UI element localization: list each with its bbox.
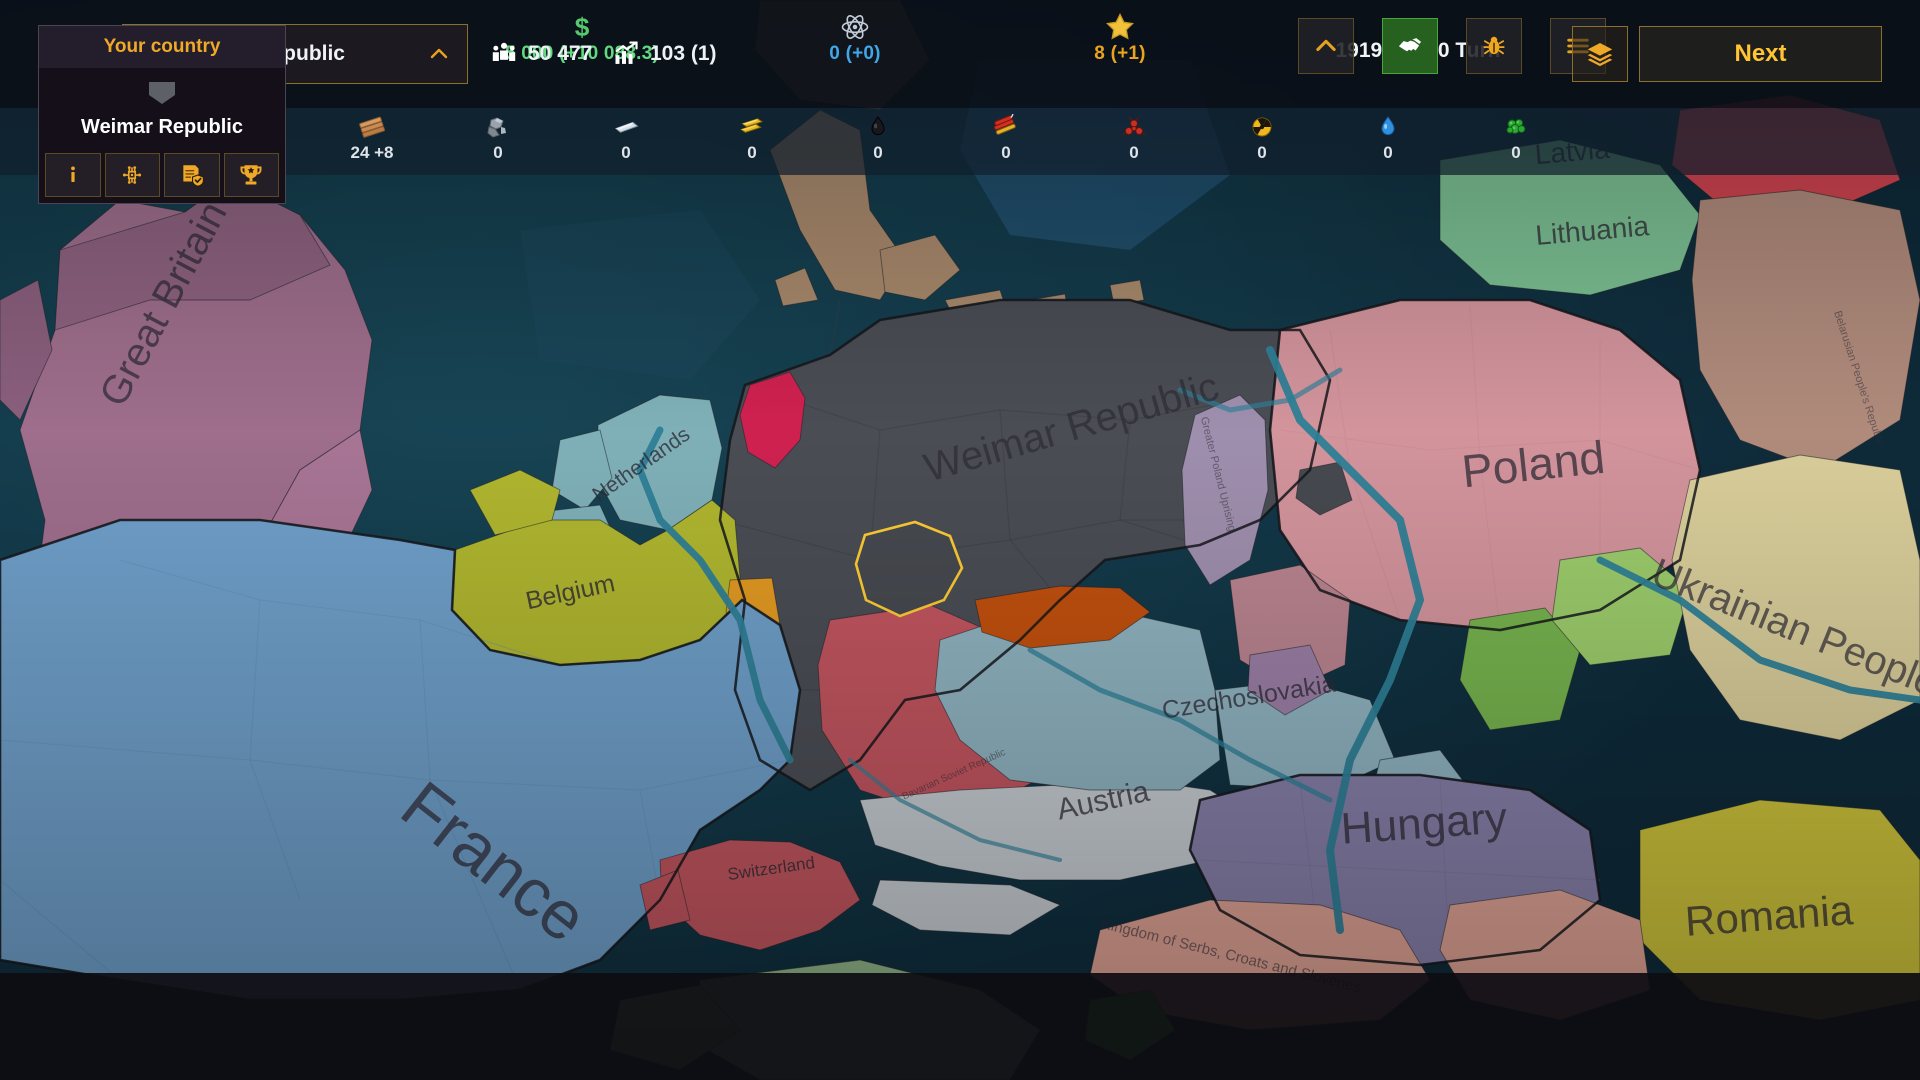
star-icon <box>1104 12 1136 42</box>
bug-icon <box>1483 36 1505 55</box>
shield-flag-icon <box>149 82 175 104</box>
achievements-button[interactable] <box>223 153 279 197</box>
influence-value: 8 <box>1094 43 1106 64</box>
resource-oil[interactable]: 0 <box>843 112 913 163</box>
resource-value: 0 <box>873 143 883 162</box>
atom-icon <box>840 12 870 42</box>
diplomacy-button[interactable] <box>1382 18 1438 74</box>
resource-value: 0 <box>747 143 757 162</box>
collapse-hud-button[interactable] <box>1298 18 1354 74</box>
resource-strip <box>0 108 1920 175</box>
resource-value: 0 <box>493 143 503 162</box>
handshake-icon <box>1398 38 1422 52</box>
chevron-up-icon <box>1316 39 1336 52</box>
population-icon <box>492 42 516 61</box>
document-shield-icon <box>183 165 204 187</box>
population-value: 50 477 <box>528 42 593 65</box>
country-action-buttons <box>39 153 285 203</box>
resource-gold[interactable]: 0 <box>717 112 787 163</box>
laws-button[interactable] <box>164 153 220 197</box>
gold-bars-icon <box>737 112 767 142</box>
resource-explosives[interactable]: 0 <box>971 112 1041 163</box>
next-turn-button[interactable]: Next <box>1639 26 1882 82</box>
science-resource[interactable]: 0 (+0) <box>820 12 890 65</box>
report-bug-button[interactable] <box>1466 18 1522 74</box>
oil-drop-icon <box>863 112 893 142</box>
info-button[interactable] <box>45 153 101 197</box>
biohazard-icon <box>1119 112 1149 142</box>
science-delta: (+0) <box>845 43 881 64</box>
resource-value: 0 <box>621 143 631 162</box>
technology-button[interactable] <box>104 153 160 197</box>
game-screen: Great Britain Netherlands Belgium France Swi… <box>0 0 1920 1080</box>
dynamite-icon <box>991 112 1021 142</box>
your-country-name: Weimar Republic <box>81 116 243 138</box>
resource-ore[interactable]: 0 <box>463 112 533 163</box>
map-layers-icon <box>1587 43 1613 67</box>
resource-steel[interactable]: 0 <box>591 112 661 163</box>
resource-chemicals[interactable]: 0 <box>1099 112 1169 163</box>
resource-value: 0 <box>1511 143 1521 162</box>
resource-water[interactable]: 0 <box>1353 112 1423 163</box>
water-drop-icon <box>1373 112 1403 142</box>
chart-growth-icon <box>615 41 638 64</box>
info-icon <box>70 166 75 182</box>
resource-rare[interactable]: 0 <box>1481 112 1551 163</box>
tech-tree-icon <box>123 166 142 184</box>
chevron-up-icon[interactable] <box>427 42 451 66</box>
bottom-bar <box>0 973 1920 1080</box>
next-turn-label: Next <box>1734 40 1787 67</box>
map-layers-button[interactable] <box>1572 26 1628 82</box>
resource-value: 24 +8 <box>350 143 394 162</box>
resource-uranium[interactable]: 0 <box>1227 112 1297 163</box>
population-stat[interactable]: 50 477 <box>490 40 592 68</box>
resource-value: 0 <box>1129 143 1139 162</box>
your-country-header: Your country <box>39 26 285 68</box>
resource-wood[interactable]: 24 +8 <box>337 112 407 163</box>
wood-planks-icon <box>357 112 387 142</box>
radiation-icon <box>1247 112 1277 142</box>
resource-value: 0 <box>1001 143 1011 162</box>
resource-value: 0 <box>1257 143 1267 162</box>
influence-resource[interactable]: 8 (+1) <box>1085 12 1155 65</box>
ore-rock-icon <box>483 112 513 142</box>
dollar-icon: $ <box>567 12 597 42</box>
resource-value: 0 <box>1383 143 1393 162</box>
trophy-icon <box>240 165 262 185</box>
your-country-panel: Your country Weimar Republic <box>38 25 286 204</box>
green-crystal-icon <box>1501 112 1531 142</box>
steel-ingot-icon <box>611 112 641 142</box>
gdp-stat[interactable]: 103 (1) <box>612 40 717 68</box>
svg-text:$: $ <box>575 12 590 42</box>
gdp-value: 103 (1) <box>650 42 717 65</box>
science-value: 0 <box>829 43 841 64</box>
your-country-body: Weimar Republic <box>39 68 285 153</box>
influence-delta: (+1) <box>1110 43 1146 64</box>
